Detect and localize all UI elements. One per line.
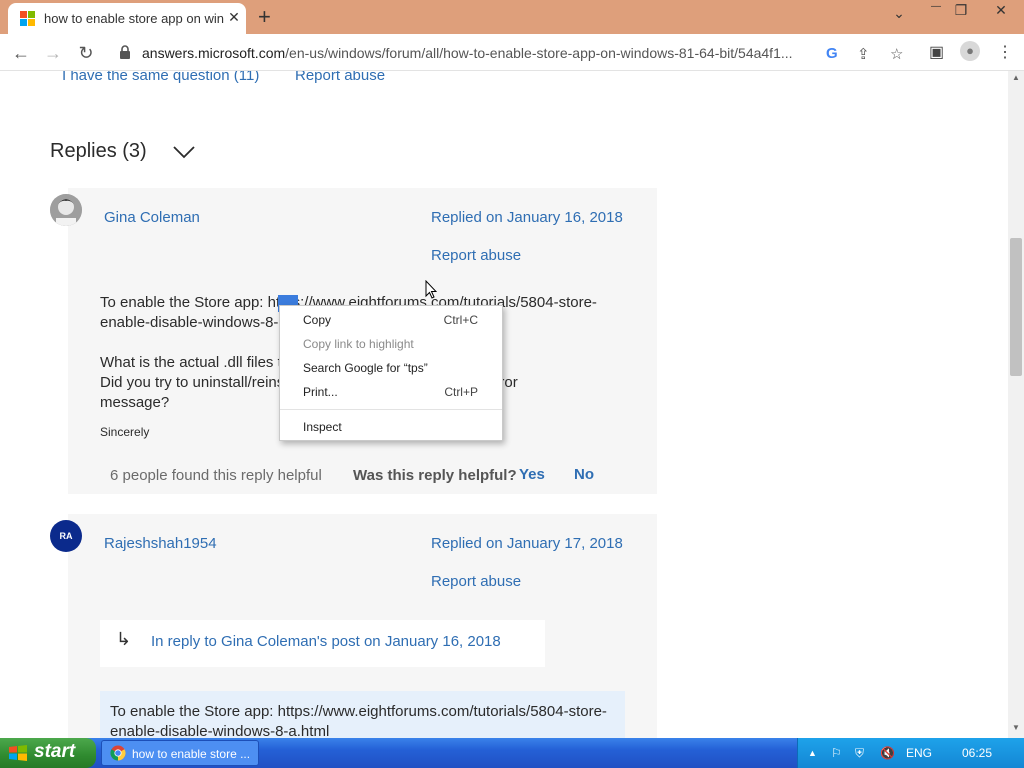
browser-tab[interactable]: how to enable store app on windows 8.1 6… (8, 3, 246, 34)
context-menu-shortcut: Ctrl+C (443, 313, 478, 327)
chevron-down-icon[interactable] (173, 145, 195, 159)
start-label: start (34, 741, 76, 762)
volume-muted-icon[interactable]: 🔇 (880, 746, 895, 760)
context-menu-label: Inspect (303, 420, 342, 434)
bookmark-star-icon[interactable]: ☆ (890, 45, 903, 63)
report-abuse-link[interactable]: Report abuse (431, 247, 521, 264)
side-panel-icon[interactable]: ▣ (929, 42, 944, 62)
new-tab-button[interactable]: + (258, 4, 271, 30)
report-abuse-link[interactable]: Report abuse (431, 573, 521, 590)
context-menu-copy[interactable]: Copy Ctrl+C (280, 308, 502, 332)
minimize-icon[interactable]: — (926, 1, 946, 12)
reply-date: Replied on January 17, 2018 (431, 535, 623, 552)
context-menu-search-google[interactable]: Search Google for “tps” (280, 356, 502, 380)
reply-body-line: message? (100, 394, 170, 411)
tray-expand-icon[interactable]: ▲ (808, 748, 817, 758)
taskbar-chrome-button[interactable]: how to enable store ... (101, 740, 259, 766)
quote-block: To enable the Store app: https://www.eig… (100, 691, 625, 738)
reply-author-link[interactable]: Gina Coleman (104, 209, 200, 226)
report-abuse-link[interactable]: Report abuse (295, 71, 385, 84)
same-question-link[interactable]: I have the same question (11) (62, 71, 259, 84)
lock-icon (120, 45, 130, 59)
user-photo-icon (50, 194, 82, 226)
context-menu: Copy Ctrl+C Copy link to highlight Searc… (279, 305, 503, 441)
share-icon[interactable]: ⇪ (857, 45, 870, 63)
context-menu-label: Copy link to highlight (303, 337, 414, 351)
reply-arrow-icon: ↳ (116, 629, 132, 649)
network-warning-icon[interactable]: ⚐ (831, 746, 842, 760)
reload-icon[interactable]: ↻ (75, 42, 97, 64)
close-window-icon[interactable]: ✕ (991, 2, 1011, 19)
reply-author-link[interactable]: Rajeshshah1954 (104, 535, 217, 552)
taskbar: start how to enable store ... ▲ ⚐ ⛨ 🔇 EN… (0, 738, 1024, 768)
mouse-cursor-icon (425, 280, 437, 299)
browser-toolbar: ← → ↻ answers.microsoft.com/en-us/window… (0, 34, 1024, 71)
vertical-scrollbar[interactable] (1008, 71, 1024, 738)
helpful-question: Was this reply helpful? (353, 467, 517, 484)
tab-search-icon[interactable]: ⌄ (889, 5, 909, 22)
restore-icon[interactable]: ❐ (951, 2, 971, 19)
tab-title: how to enable store app on windows 8.1 6… (44, 11, 224, 26)
page-content: I have the same question (11) Report abu… (0, 71, 1008, 738)
system-tray: ▲ ⚐ ⛨ 🔇 ENG 06:25 (797, 738, 1024, 768)
url-text[interactable]: answers.microsoft.com/en-us/windows/foru… (142, 45, 793, 61)
clock[interactable]: 06:25 (962, 746, 992, 760)
quote-line: enable-disable-windows-8-a.html (110, 723, 330, 738)
context-menu-print[interactable]: Print... Ctrl+P (280, 380, 502, 404)
context-menu-label: Search Google for “tps” (303, 361, 428, 375)
context-menu-label: Copy (303, 313, 332, 327)
menu-kebab-icon[interactable]: ⋮ (997, 42, 1013, 62)
language-indicator[interactable]: ENG (906, 746, 932, 760)
context-menu-copy-link-highlight: Copy link to highlight (280, 332, 502, 356)
helpful-count: 6 people found this reply helpful (110, 467, 322, 484)
profile-icon[interactable]: ● (960, 41, 980, 61)
windows-logo-icon (9, 745, 27, 761)
forward-icon[interactable]: → (42, 42, 64, 64)
start-button[interactable]: start (0, 738, 96, 768)
avatar: RA (50, 520, 82, 552)
address-bar[interactable]: answers.microsoft.com/en-us/windows/foru… (108, 38, 903, 67)
quote-line: To enable the Store app: https://www.eig… (110, 703, 607, 720)
browser-titlebar: how to enable store app on windows 8.1 6… (0, 0, 1024, 34)
yes-button[interactable]: Yes (519, 466, 545, 483)
context-menu-divider (280, 409, 502, 410)
replies-heading: Replies (3) (50, 140, 147, 162)
reply-date: Replied on January 16, 2018 (431, 209, 623, 226)
back-icon[interactable]: ← (10, 42, 32, 64)
reply-signature: Sincerely (100, 425, 150, 439)
context-menu-label: Print... (303, 385, 338, 399)
in-reply-box[interactable]: ↳ In reply to Gina Coleman's post on Jan… (100, 620, 545, 667)
scroll-down-icon[interactable]: ▼ (1008, 723, 1024, 737)
scroll-up-icon[interactable]: ▲ (1008, 73, 1024, 87)
context-menu-shortcut: Ctrl+P (444, 385, 478, 399)
avatar (50, 194, 82, 226)
context-menu-inspect[interactable]: Inspect (280, 415, 502, 439)
chrome-icon (110, 745, 126, 761)
no-button[interactable]: No (574, 466, 594, 483)
google-translate-icon[interactable]: G (826, 45, 838, 62)
scrollbar-thumb[interactable] (1010, 238, 1022, 376)
taskbar-item-label: how to enable store ... (132, 747, 251, 761)
security-alert-icon[interactable]: ⛨ (855, 746, 864, 761)
microsoft-logo-icon (20, 11, 36, 27)
tab-close-icon[interactable]: ✕ (226, 9, 242, 26)
in-reply-link[interactable]: In reply to Gina Coleman's post on Janua… (151, 633, 501, 650)
